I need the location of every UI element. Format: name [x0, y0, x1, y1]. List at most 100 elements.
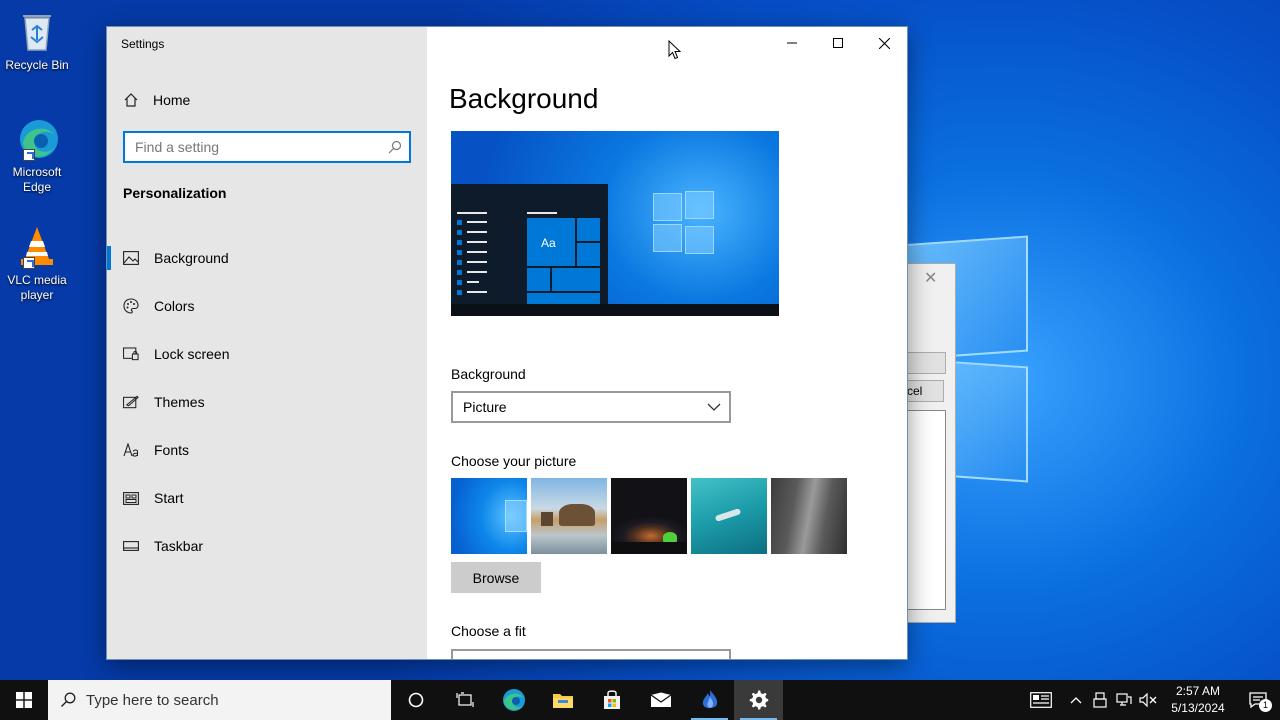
recycle-bin-icon [15, 10, 59, 54]
taskbar-search-box[interactable]: Type here to search [48, 680, 391, 720]
usb-device-button[interactable] [1088, 680, 1112, 720]
main-content: Background Aa Background Picture Choose … [449, 27, 899, 659]
home-icon [124, 93, 138, 107]
sidebar-item-start[interactable]: Start [107, 474, 427, 522]
shortcut-arrow-icon [23, 149, 35, 161]
edge-icon [15, 117, 59, 161]
themes-icon [123, 394, 139, 410]
system-tray: 2:57 AM 5/13/2024 1 [1018, 680, 1280, 720]
start-icon [123, 490, 139, 506]
sidebar-item-colors[interactable]: Colors [107, 282, 427, 330]
sidebar-nav: Background Colors Lock screen Themes Fon… [107, 234, 427, 570]
store-bag-icon [603, 690, 620, 709]
find-setting-search[interactable] [123, 131, 411, 163]
home-link[interactable]: Home [123, 89, 190, 111]
palette-icon [123, 298, 139, 314]
volume-muted-icon [1139, 693, 1157, 707]
gear-icon [749, 690, 768, 710]
news-icon [1030, 692, 1052, 708]
search-icon [388, 140, 402, 154]
news-widget-button[interactable] [1018, 680, 1064, 720]
dialog-text-area[interactable] [906, 410, 946, 610]
picture-thumbnails [451, 478, 851, 554]
desktop-icon-recycle-bin[interactable]: Recycle Bin [2, 10, 72, 73]
picture-thumbnail-windows[interactable] [451, 478, 527, 554]
desktop-preview: Aa [451, 131, 779, 316]
file-explorer-button[interactable] [538, 680, 587, 720]
taskbar-settings-button[interactable] [734, 680, 783, 720]
mouse-cursor-icon [668, 40, 681, 60]
taskbar-preview [451, 304, 779, 316]
picture-thumbnail-underwater[interactable] [691, 478, 767, 554]
desktop-icon-vlc[interactable]: VLC media player [2, 225, 72, 303]
sidebar-item-themes[interactable]: Themes [107, 378, 427, 426]
start-button[interactable] [0, 680, 48, 720]
taskbar-edge-button[interactable] [489, 680, 538, 720]
sidebar-item-label: Lock screen [154, 346, 230, 362]
sidebar-item-background[interactable]: Background [107, 234, 427, 282]
sidebar-item-label: Background [154, 250, 229, 266]
windows-start-icon [16, 692, 32, 708]
folder-icon [552, 694, 573, 708]
sidebar-item-fonts[interactable]: Fonts [107, 426, 427, 474]
settings-window: Settings Home Personalization Background [107, 27, 907, 659]
chevron-down-icon [707, 403, 721, 411]
page-title: Background [449, 83, 599, 114]
task-view-button[interactable] [440, 680, 489, 720]
taskbar-icon [123, 538, 139, 554]
choose-fit-dropdown[interactable] [451, 649, 731, 659]
fonts-icon [123, 442, 139, 458]
search-icon [61, 692, 76, 707]
sidebar: Settings Home Personalization Background [107, 27, 427, 659]
taskbar-clock[interactable]: 2:57 AM 5/13/2024 [1160, 683, 1236, 717]
sidebar-item-lock-screen[interactable]: Lock screen [107, 330, 427, 378]
volume-button[interactable] [1136, 680, 1160, 720]
browse-button[interactable]: Browse [451, 562, 541, 593]
app-flame-icon [702, 690, 717, 709]
edge-icon [502, 689, 525, 711]
close-icon[interactable]: ✕ [924, 268, 937, 288]
taskbar: Type here to search 2:57 AM 5/13/2024 1 [0, 680, 1280, 720]
choose-picture-label: Choose your picture [451, 453, 577, 469]
task-view-icon [455, 692, 474, 707]
sidebar-item-taskbar[interactable]: Taskbar [107, 522, 427, 570]
desktop-icon-label: Microsoft Edge [12, 165, 62, 194]
desktop-icon-edge[interactable]: Microsoft Edge [2, 117, 72, 195]
dialog-button[interactable] [906, 352, 946, 374]
desktop-icon-label: VLC media player [7, 273, 67, 302]
background-type-dropdown[interactable]: Picture [451, 391, 731, 423]
sidebar-item-label: Taskbar [154, 538, 204, 554]
cortana-button[interactable] [391, 680, 440, 720]
network-button[interactable] [1112, 680, 1136, 720]
cancel-button-partial[interactable]: cel [906, 380, 944, 402]
usb-device-icon [1093, 692, 1107, 708]
picture-thumbnail-rock-cliff[interactable] [771, 478, 847, 554]
cortana-circle-icon [408, 692, 423, 708]
sidebar-item-label: Themes [154, 394, 205, 410]
sidebar-item-label: Fonts [154, 442, 190, 458]
section-heading: Personalization [123, 185, 227, 201]
action-center-button[interactable]: 1 [1236, 680, 1280, 720]
find-setting-input[interactable] [125, 133, 375, 161]
picture-thumbnail-night-sky[interactable] [611, 478, 687, 554]
picture-icon [123, 250, 139, 266]
network-icon [1116, 693, 1132, 706]
home-label: Home [153, 92, 191, 108]
shortcut-arrow-icon [23, 257, 35, 269]
vlc-cone-icon [15, 225, 59, 269]
clock-time: 2:57 AM [1175, 684, 1221, 698]
desktop-icon-label: Recycle Bin [5, 58, 69, 72]
app-button[interactable] [685, 680, 734, 720]
mail-icon [650, 692, 671, 707]
mail-button[interactable] [636, 680, 685, 720]
microsoft-store-button[interactable] [587, 680, 636, 720]
clock-date: 5/13/2024 [1171, 701, 1225, 715]
picture-thumbnail-beach[interactable] [531, 478, 607, 554]
window-title: Settings [121, 37, 165, 51]
show-hidden-icons-button[interactable] [1064, 680, 1088, 720]
chevron-up-icon [1070, 697, 1082, 704]
windows-logo-preview [653, 191, 715, 254]
lock-screen-icon [123, 346, 139, 362]
taskbar-search-placeholder: Type here to search [86, 691, 219, 709]
sidebar-item-label: Start [154, 490, 184, 506]
